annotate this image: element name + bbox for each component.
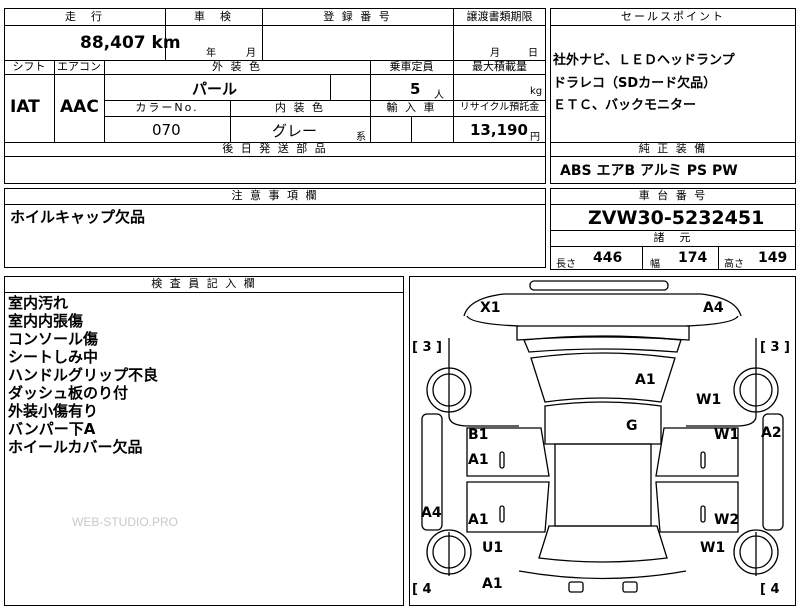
transfer-month: 月	[490, 48, 500, 59]
damage-code-u1: U1	[482, 540, 504, 556]
registration-header: 登 録 番 号	[323, 10, 392, 23]
max-load-header: 最大積載量	[472, 60, 527, 73]
shift-value: IAT	[10, 97, 40, 117]
exterior-color-value: パール	[192, 80, 238, 98]
max-load-unit: kg	[530, 86, 543, 97]
recycle-header: リサイクル預託金	[459, 102, 540, 113]
shift-header: シフト	[12, 60, 46, 73]
transfer-day: 日	[528, 48, 538, 59]
tire-rear-left-depth: [ 4	[412, 582, 432, 597]
later-parts-header: 後 日 発 送 部 品	[222, 142, 328, 155]
damage-code-w1-rear-right: W1	[700, 540, 726, 556]
inspector-note: 外装小傷有り	[8, 402, 99, 420]
inspector-notes: 室内汚れ 室内内張傷 コンソール傷 シートしみ中 ハンドルグリップ不良 ダッシュ…	[8, 294, 158, 456]
inspection-year: 年	[206, 48, 216, 59]
sales-point-line-1: 社外ナビ、ＬＥＤヘッドランプ	[553, 53, 735, 68]
caution-header: 注 意 事 項 欄	[231, 189, 319, 202]
sales-point-line-2: ドラレコ（SDカード欠品）	[553, 76, 717, 91]
inspector-note: コンソール傷	[8, 330, 99, 348]
caution-text: ホイルキャップ欠品	[10, 208, 146, 226]
inspector-note: ハンドルグリップ不良	[8, 366, 159, 384]
length-label: 長さ	[556, 259, 576, 270]
chassis-number: ZVW30-5232451	[588, 207, 765, 229]
sales-points-panel	[550, 8, 796, 184]
interior-color-value: グレー	[272, 122, 318, 140]
inspector-header: 検 査 員 記 入 欄	[151, 277, 257, 290]
damage-code-x1: X1	[480, 300, 501, 316]
import-header: 輸 入 車	[386, 101, 437, 114]
inspector-note: ダッシュ板のり付	[8, 384, 129, 402]
interior-color-header: 内 装 色	[275, 101, 325, 114]
height-value: 149	[758, 250, 788, 266]
damage-code-w1-front-right: W1	[696, 392, 722, 408]
damage-code-a4-left: A4	[421, 505, 442, 521]
capacity-header: 乗車定員	[389, 60, 434, 73]
color-no-header: カラーNo.	[135, 101, 199, 114]
recycle-unit: 円	[530, 132, 540, 143]
recycle-value: 13,190	[470, 121, 528, 139]
inspector-note: バンパー下A	[8, 420, 96, 438]
damage-code-a4-top: A4	[703, 300, 724, 316]
damage-code-w1-right-door: W1	[714, 427, 740, 443]
inspector-note: 室内内張傷	[8, 312, 84, 330]
damage-code-a1-rear: A1	[482, 576, 503, 592]
specs-header: 諸 元	[653, 231, 693, 244]
damage-code-a2-right: A2	[761, 425, 782, 441]
standard-equipment-header: 純 正 装 備	[638, 142, 708, 155]
sales-point-line-3: ＥＴＣ、バックモニター	[553, 98, 697, 113]
length-value: 446	[593, 250, 623, 266]
inspection-month: 月	[246, 48, 256, 59]
mileage-header: 走 行	[65, 10, 104, 23]
damage-code-a1-hood: A1	[635, 372, 656, 388]
inspector-note: シートしみ中	[8, 348, 99, 366]
width-label: 幅	[650, 259, 660, 270]
width-value: 174	[678, 250, 708, 266]
exterior-color-header: 外 装 色	[212, 60, 262, 73]
tire-front-left-depth: [ 3 ]	[412, 340, 442, 355]
damage-code-a1-front-left-door: A1	[468, 452, 489, 468]
damage-code-a1-rear-left-door: A1	[468, 512, 489, 528]
height-label: 高さ	[724, 259, 744, 270]
damage-code-g-roof: G	[626, 418, 638, 434]
transfer-deadline-header: 譲渡書類期限	[466, 10, 533, 23]
capacity-value: 5	[410, 80, 421, 98]
damage-code-w2: W2	[714, 512, 740, 528]
capacity-unit: 人	[434, 90, 444, 101]
inspection-header: 車 検	[194, 10, 233, 23]
watermark-text: WEB-STUDIO.PRO	[72, 515, 179, 529]
ac-header: エアコン	[57, 60, 101, 73]
ac-value: AAC	[60, 97, 99, 117]
mileage-value: 88,407 km	[80, 33, 181, 53]
standard-equipment-items: ABS エアB アルミ PS PW	[560, 163, 738, 179]
damage-code-b1: B1	[468, 427, 489, 443]
tire-rear-right-depth: [ 4	[760, 582, 780, 597]
color-no-value: 070	[152, 121, 181, 139]
chassis-header: 車 台 番 号	[638, 189, 708, 202]
sales-points-header: セールスポイント	[621, 10, 725, 23]
interior-color-suffix: 系	[356, 132, 366, 143]
tire-front-right-depth: [ 3 ]	[760, 340, 790, 355]
inspector-note: 室内汚れ	[8, 294, 69, 312]
inspector-note: ホイールカバー欠品	[8, 438, 143, 456]
